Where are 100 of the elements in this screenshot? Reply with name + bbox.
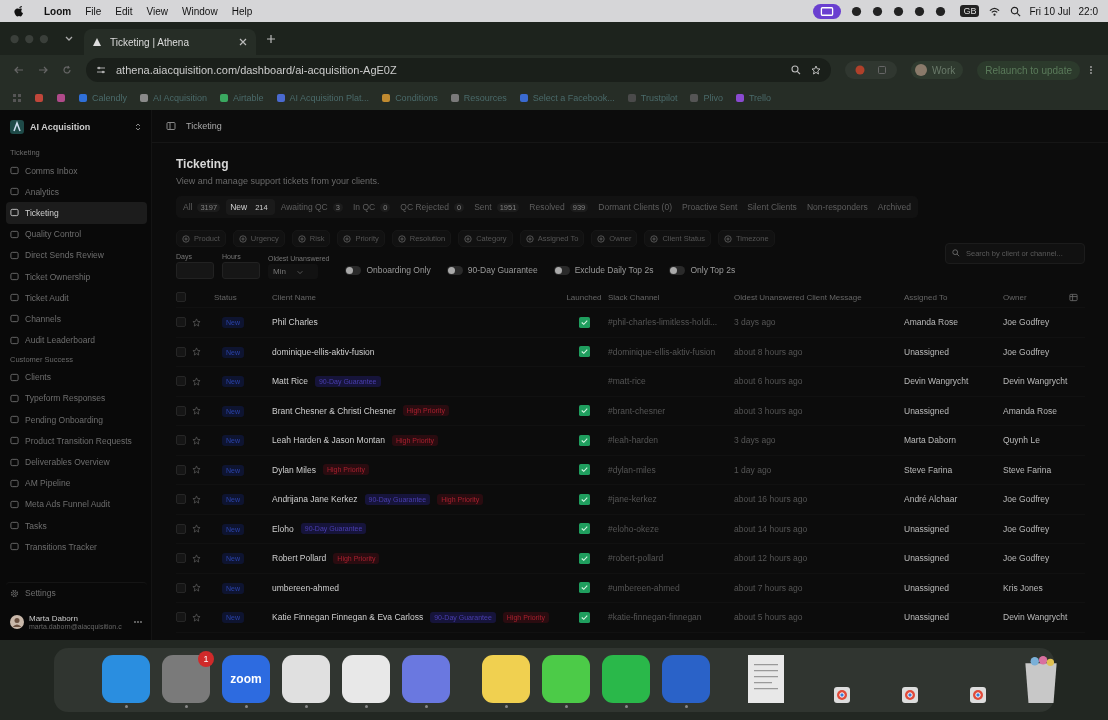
bookmark[interactable]: Airtable: [219, 92, 264, 103]
menu-item[interactable]: Help: [231, 5, 253, 17]
settings-item[interactable]: Settings: [6, 581, 147, 604]
client-name[interactable]: Dylan Miles: [272, 464, 316, 475]
app-icon[interactable]: zoom: [222, 655, 270, 703]
profile-button[interactable]: Work: [911, 61, 964, 79]
slack-channel[interactable]: #katie-finnegan-finnegan: [608, 612, 734, 623]
checked-checkbox[interactable]: [578, 346, 590, 358]
sidebar-item[interactable]: Clients: [6, 366, 147, 388]
row-checkbox[interactable]: [176, 494, 186, 505]
slack-channel[interactable]: #matt-rice: [608, 376, 734, 387]
row-checkbox[interactable]: [176, 612, 186, 623]
workspace-name[interactable]: AI Acquisition: [30, 122, 127, 132]
browser-icon[interactable]: [834, 687, 850, 703]
unit-select[interactable]: Min: [268, 264, 318, 279]
checked-checkbox[interactable]: [578, 552, 590, 564]
checked-checkbox[interactable]: [578, 582, 590, 594]
relaunch-button[interactable]: Relaunch to update: [977, 60, 1080, 80]
close-icon[interactable]: [238, 37, 248, 47]
column-header[interactable]: Slack Channel: [608, 292, 734, 302]
app-icon[interactable]: [542, 655, 590, 703]
checked-checkbox[interactable]: [578, 434, 590, 446]
menu-item[interactable]: Window: [182, 5, 218, 17]
sidebar-item[interactable]: Product Transition Requests: [6, 430, 147, 452]
select-all-checkbox[interactable]: [176, 292, 186, 302]
menu-item[interactable]: Edit: [115, 5, 133, 17]
slack-channel[interactable]: #dylan-miles: [608, 464, 734, 475]
slack-channel[interactable]: #phil-charles-limitless-holdi...: [608, 317, 734, 328]
sidebar-item[interactable]: Pending Onboarding: [6, 409, 147, 431]
document-icon[interactable]: [748, 655, 784, 703]
slack-channel[interactable]: #jane-kerkez: [608, 494, 734, 505]
status-icon[interactable]: [893, 5, 905, 17]
client-name[interactable]: Matt Rice: [272, 376, 308, 387]
star-icon[interactable]: [192, 494, 201, 504]
column-header[interactable]: Assigned To: [904, 292, 1003, 302]
avatar-icon[interactable]: [10, 615, 24, 629]
row-checkbox[interactable]: [176, 317, 186, 328]
row-checkbox[interactable]: [176, 435, 186, 446]
status-tab[interactable]: Silent Clients: [743, 199, 801, 215]
status-tab[interactable]: Proactive Sent: [678, 199, 742, 215]
slack-channel[interactable]: #umbereen-ahmed: [608, 582, 734, 593]
row-checkbox[interactable]: [176, 464, 186, 475]
row-checkbox[interactable]: [176, 346, 186, 357]
breadcrumb[interactable]: Ticketing: [186, 121, 222, 131]
toggle-switch[interactable]: [345, 265, 362, 275]
star-icon[interactable]: [192, 553, 201, 563]
toggle-switch[interactable]: [669, 265, 686, 275]
reload-icon[interactable]: [62, 65, 72, 75]
apps-grid-icon[interactable]: [12, 92, 22, 103]
toggle-switch[interactable]: [446, 265, 463, 275]
sidebar-item[interactable]: Channels: [6, 308, 147, 330]
client-name[interactable]: umbereen-ahmed: [272, 582, 340, 593]
sidebar-item[interactable]: Direct Sends Review: [6, 244, 147, 266]
status-tab[interactable]: Archived: [873, 199, 915, 215]
row-checkbox[interactable]: [176, 582, 186, 593]
plus-icon[interactable]: [266, 33, 276, 44]
status-tab[interactable]: Non-responders: [802, 199, 872, 215]
column-header[interactable]: Oldest Unanswered Client Message: [734, 292, 904, 302]
status-icon[interactable]: [914, 5, 926, 17]
client-name[interactable]: Brant Chesner & Christi Chesner: [272, 405, 396, 416]
apple-icon[interactable]: [14, 5, 24, 17]
client-name[interactable]: Leah Harden & Jason Montan: [272, 435, 385, 446]
star-icon[interactable]: [192, 376, 201, 386]
sidebar-toggle-icon[interactable]: [166, 121, 176, 131]
search-icon[interactable]: [1010, 5, 1022, 17]
toggle-switch[interactable]: [553, 265, 570, 275]
column-header[interactable]: Status: [214, 292, 272, 302]
app-icon[interactable]: [342, 655, 390, 703]
client-name[interactable]: Andrijana Jane Kerkez: [272, 494, 358, 505]
status-icon[interactable]: [872, 5, 884, 17]
app-menu[interactable]: Loom: [44, 5, 72, 17]
client-name[interactable]: Eloho: [272, 523, 294, 534]
checked-checkbox[interactable]: [578, 464, 590, 476]
client-name[interactable]: Katie Finnegan Finnegan & Eva Carloss: [272, 612, 424, 623]
sidebar-item[interactable]: Meta Ads Funnel Audit: [6, 493, 147, 515]
sidebar-item[interactable]: Quality Control: [6, 223, 147, 245]
sidebar-item[interactable]: Ticketing: [6, 202, 147, 224]
forward-arrow-icon[interactable]: [38, 65, 48, 75]
sidebar-item[interactable]: Analytics: [6, 181, 147, 203]
slack-channel[interactable]: #dominique-ellis-aktiv-fusion: [608, 346, 734, 357]
star-icon[interactable]: [192, 435, 201, 445]
checked-checkbox[interactable]: [578, 493, 590, 505]
sidebar-item[interactable]: AM Pipeline: [6, 472, 147, 494]
status-icon[interactable]: [935, 5, 947, 17]
columns-icon[interactable]: [1069, 292, 1078, 302]
slack-channel[interactable]: #brant-chesner: [608, 405, 734, 416]
bookmark-icon[interactable]: [56, 92, 66, 103]
screen-record-icon[interactable]: [813, 3, 842, 19]
slack-channel[interactable]: #robert-pollard: [608, 553, 734, 564]
star-icon[interactable]: [192, 465, 201, 475]
slack-channel[interactable]: #eloho-okeze: [608, 523, 734, 534]
sidebar-item[interactable]: Tasks: [6, 515, 147, 537]
star-icon[interactable]: [192, 347, 201, 357]
row-checkbox[interactable]: [176, 523, 186, 534]
bookmark[interactable]: Plivo: [689, 92, 723, 103]
star-icon[interactable]: [192, 406, 201, 416]
browser-tab[interactable]: Ticketing | Athena: [84, 29, 256, 55]
bookmark[interactable]: Calendly: [78, 92, 128, 103]
sidebar-item[interactable]: Ticket Ownership: [6, 265, 147, 288]
status-icon[interactable]: [851, 5, 863, 17]
